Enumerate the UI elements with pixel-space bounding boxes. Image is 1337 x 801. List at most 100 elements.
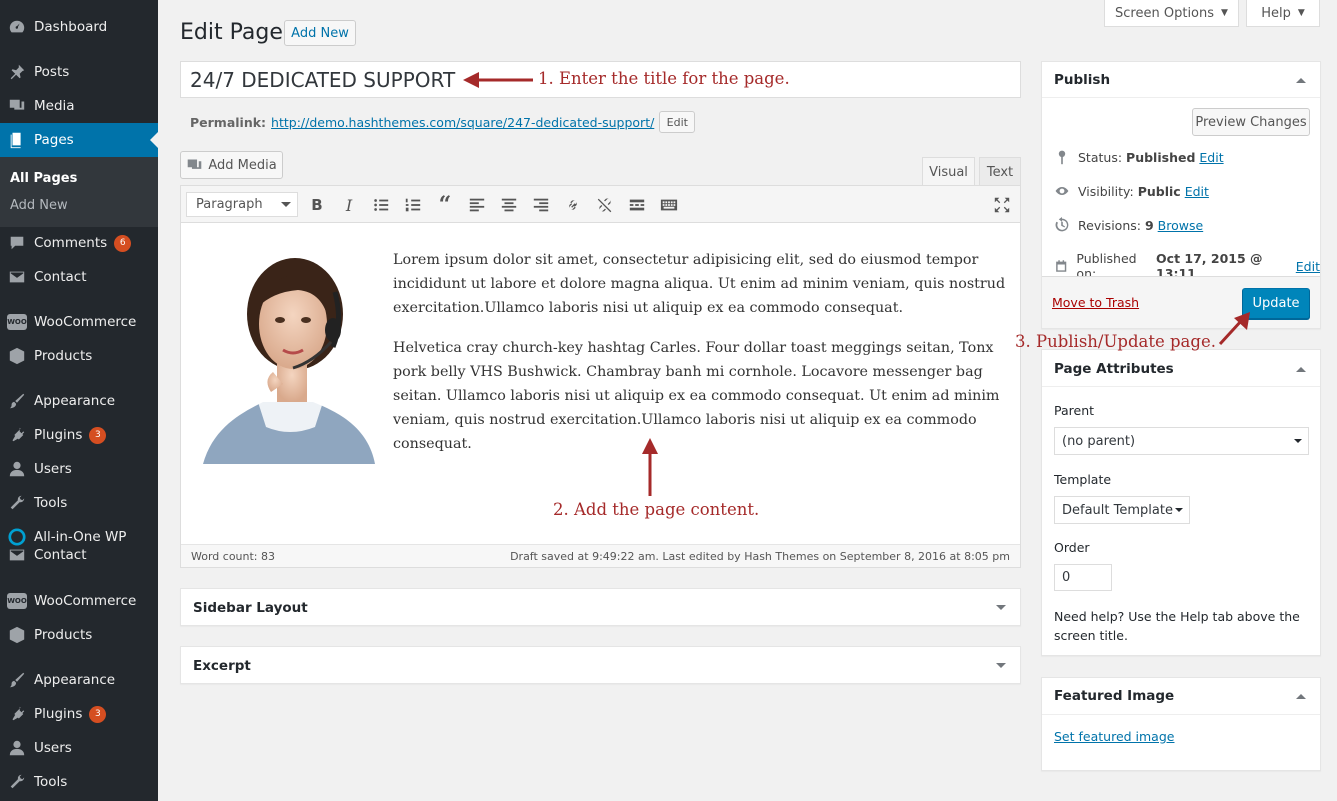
user-icon bbox=[8, 739, 26, 757]
user-icon bbox=[8, 460, 26, 478]
move-to-trash-link[interactable]: Move to Trash bbox=[1052, 295, 1139, 310]
bullet-list-icon[interactable] bbox=[371, 195, 391, 215]
menu-posts[interactable]: Posts bbox=[0, 55, 158, 89]
media-icon bbox=[8, 97, 26, 115]
chevron-up-icon[interactable] bbox=[1296, 362, 1306, 372]
help-label: Help bbox=[1261, 5, 1291, 21]
visibility-edit-link[interactable]: Edit bbox=[1185, 184, 1209, 199]
media-icon bbox=[188, 159, 202, 169]
toolbar-toggle-icon[interactable] bbox=[659, 195, 679, 215]
eye-icon bbox=[1055, 187, 1069, 195]
mail-icon bbox=[8, 268, 26, 286]
menu-label: WooCommerce bbox=[34, 314, 137, 330]
screen-options-button[interactable]: Screen Options ▼ bbox=[1104, 0, 1239, 27]
menu-pages[interactable]: Pages bbox=[0, 123, 158, 157]
template-select[interactable]: Default Template bbox=[1054, 496, 1190, 524]
menu-media[interactable]: Media bbox=[0, 89, 158, 123]
format-select[interactable]: Paragraph bbox=[186, 192, 298, 217]
help-button[interactable]: Help ▼ bbox=[1246, 0, 1320, 27]
add-media-button[interactable]: Add Media bbox=[180, 151, 283, 179]
menu-dashboard[interactable]: Dashboard bbox=[0, 10, 158, 44]
menu-plugins[interactable]: Plugins 3 bbox=[0, 418, 158, 452]
permalink-link[interactable]: http://demo.hashthemes.com/square/247-de… bbox=[271, 115, 654, 130]
align-left-icon[interactable] bbox=[467, 195, 487, 215]
blockquote-icon[interactable]: “ bbox=[435, 192, 455, 218]
annotation-step-3: 3. Publish/Update page. bbox=[1015, 332, 1216, 351]
chevron-down-icon bbox=[1175, 508, 1183, 516]
menu-users[interactable]: Users bbox=[0, 452, 158, 486]
published-edit-link[interactable]: Edit bbox=[1296, 259, 1320, 274]
menu-label: Posts bbox=[34, 64, 70, 80]
revisions-row: Revisions: 9 Browse bbox=[1054, 217, 1203, 233]
numbered-list-icon[interactable] bbox=[403, 195, 423, 215]
menu-label: Plugins bbox=[34, 706, 83, 722]
menu-contact-2[interactable]: Contact bbox=[0, 540, 158, 570]
order-input[interactable]: 0 bbox=[1054, 564, 1112, 591]
link-icon[interactable] bbox=[563, 195, 583, 215]
align-right-icon[interactable] bbox=[531, 195, 551, 215]
editor-toolbar: Paragraph B I “ bbox=[181, 186, 1020, 223]
chevron-down-icon[interactable] bbox=[996, 663, 1006, 673]
publish-box: Publish Preview Changes Status: Published… bbox=[1041, 61, 1321, 329]
chevron-down-icon[interactable] bbox=[996, 605, 1006, 615]
menu-woocommerce[interactable]: WOO WooCommerce bbox=[0, 305, 158, 339]
submenu-all-pages[interactable]: All Pages bbox=[10, 171, 77, 186]
menu-products[interactable]: Products bbox=[0, 339, 158, 373]
menu-users-2[interactable]: Users bbox=[0, 731, 158, 765]
annotation-step-2: 2. Add the page content. bbox=[553, 500, 760, 519]
menu-plugins-2[interactable]: Plugins 3 bbox=[0, 697, 158, 731]
chevron-up-icon[interactable] bbox=[1296, 73, 1306, 83]
menu-appearance[interactable]: Appearance bbox=[0, 384, 158, 418]
editor-status-bar: Word count: 83 Draft saved at 9:49:22 am… bbox=[181, 544, 1020, 567]
box-icon bbox=[8, 347, 26, 365]
menu-woocommerce-2[interactable]: WOO WooCommerce bbox=[0, 584, 158, 618]
template-select-value: Default Template bbox=[1062, 502, 1173, 518]
align-center-icon[interactable] bbox=[499, 195, 519, 215]
permalink-row: Permalink: http://demo.hashthemes.com/sq… bbox=[190, 111, 696, 133]
parent-select[interactable]: (no parent) bbox=[1054, 427, 1309, 455]
tab-visual[interactable]: Visual bbox=[922, 157, 975, 186]
excerpt-box[interactable]: Excerpt bbox=[180, 646, 1021, 684]
annotation-step-1: 1. Enter the title for the page. bbox=[538, 69, 790, 88]
menu-products-2[interactable]: Products bbox=[0, 618, 158, 652]
menu-tools-2[interactable]: Tools bbox=[0, 765, 158, 799]
admin-sidebar: Dashboard Posts Media Pages All Pages Ad… bbox=[0, 0, 158, 801]
menu-label: Media bbox=[34, 98, 75, 114]
excerpt-title: Excerpt bbox=[193, 658, 251, 674]
tab-text[interactable]: Text bbox=[979, 157, 1021, 186]
divider bbox=[1042, 714, 1320, 715]
menu-label: Users bbox=[34, 461, 72, 477]
annotation-arrow-content bbox=[642, 438, 658, 496]
annotation-arrow-update bbox=[1218, 312, 1250, 346]
add-media-label: Add Media bbox=[208, 157, 277, 173]
set-featured-image-link[interactable]: Set featured image bbox=[1054, 729, 1174, 744]
add-new-page-button[interactable]: Add New bbox=[284, 20, 356, 46]
menu-contact[interactable]: Contact bbox=[0, 260, 158, 294]
revisions-browse-link[interactable]: Browse bbox=[1158, 218, 1204, 233]
visibility-row: Visibility: Public Edit bbox=[1054, 183, 1209, 199]
order-label: Order bbox=[1054, 540, 1090, 555]
permalink-edit-button[interactable]: Edit bbox=[659, 111, 696, 133]
menu-label: Tools bbox=[34, 495, 68, 511]
format-select-value: Paragraph bbox=[196, 197, 263, 212]
preview-changes-button[interactable]: Preview Changes bbox=[1192, 108, 1310, 136]
dashboard-icon bbox=[8, 18, 26, 36]
submenu-add-new[interactable]: Add New bbox=[10, 198, 68, 213]
status-row: Status: Published Edit bbox=[1054, 149, 1224, 165]
template-label: Template bbox=[1054, 472, 1112, 487]
menu-tools[interactable]: Tools bbox=[0, 486, 158, 520]
unlink-icon[interactable] bbox=[595, 195, 615, 215]
menu-comments[interactable]: Comments 6 bbox=[0, 226, 158, 260]
bold-icon[interactable]: B bbox=[307, 195, 327, 215]
fullscreen-icon[interactable] bbox=[992, 195, 1012, 215]
chevron-up-icon[interactable] bbox=[1296, 689, 1306, 699]
status-edit-link[interactable]: Edit bbox=[1199, 150, 1223, 165]
italic-icon[interactable]: I bbox=[339, 195, 359, 215]
page-attributes-box: Page Attributes Parent (no parent) Templ… bbox=[1041, 349, 1321, 656]
editor-content[interactable]: Lorem ipsum dolor sit amet, consectetur … bbox=[181, 224, 1020, 544]
pin-icon bbox=[8, 63, 26, 81]
read-more-icon[interactable] bbox=[627, 195, 647, 215]
menu-appearance-2[interactable]: Appearance bbox=[0, 663, 158, 697]
sidebar-layout-box[interactable]: Sidebar Layout bbox=[180, 588, 1021, 626]
plugins-count-badge: 3 bbox=[89, 705, 107, 723]
